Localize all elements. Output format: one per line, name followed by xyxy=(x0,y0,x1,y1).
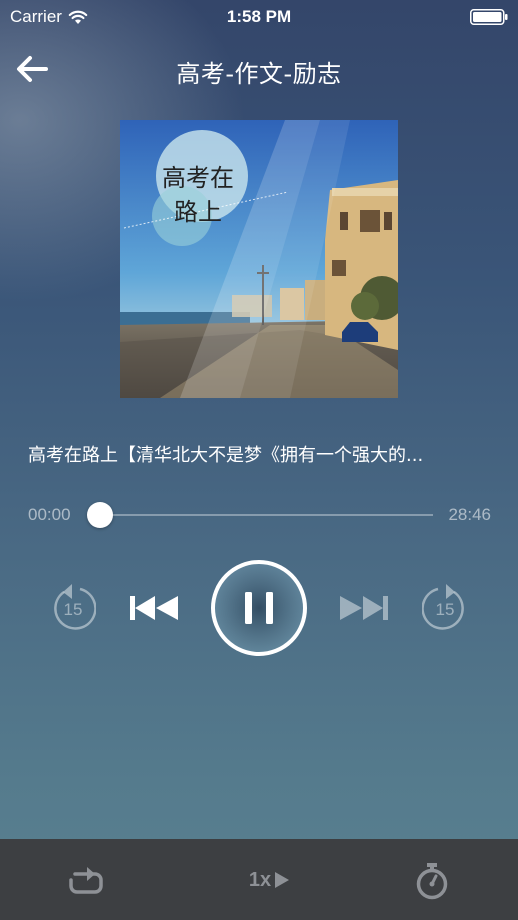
progress-thumb[interactable] xyxy=(87,502,113,528)
sleep-timer-button[interactable] xyxy=(412,861,452,901)
playback-controls: 15 15 xyxy=(0,556,518,660)
album-artwork: 高考在 路上 xyxy=(120,120,398,398)
forward-15-button[interactable]: 15 xyxy=(422,584,468,630)
rewind-15-button[interactable]: 15 xyxy=(50,584,96,630)
speed-button[interactable]: 1x xyxy=(240,861,300,899)
track-title: 高考在路上【清华北大不是梦《拥有一个强大的... xyxy=(28,445,424,466)
skip-next-icon xyxy=(340,596,388,620)
back-arrow-icon xyxy=(17,56,48,82)
progress-track[interactable] xyxy=(100,514,433,516)
total-time: 28:46 xyxy=(448,505,491,524)
pause-button[interactable] xyxy=(210,559,308,657)
status-time: 1:58 PM xyxy=(226,7,292,26)
next-button[interactable] xyxy=(338,590,390,626)
bottom-toolbar: 1x xyxy=(0,839,518,920)
status-bar: Carrier 1:58 PM xyxy=(0,0,518,34)
repeat-icon xyxy=(69,867,103,894)
previous-button[interactable] xyxy=(128,590,180,626)
repeat-button[interactable] xyxy=(66,861,106,899)
rewind-icon: 15 xyxy=(54,584,96,630)
navigation-bar: 高考-作文-励志 xyxy=(0,44,518,94)
speed-label: 1x xyxy=(248,868,272,891)
album-cover: 高考在 路上 xyxy=(120,120,398,398)
skip-previous-icon xyxy=(130,596,178,620)
back-button[interactable] xyxy=(12,52,52,86)
play-speed-icon xyxy=(275,872,290,888)
album-text-line1: 高考在 xyxy=(162,164,234,192)
battery-icon xyxy=(470,9,508,25)
album-text-line2: 路上 xyxy=(174,198,222,226)
forward-seconds: 15 xyxy=(436,600,455,619)
current-time: 00:00 xyxy=(28,505,71,524)
progress-row: 00:00 28:46 xyxy=(0,500,518,530)
page-title: 高考-作文-励志 xyxy=(176,60,342,88)
pause-icon xyxy=(211,560,307,656)
forward-icon: 15 xyxy=(422,584,464,630)
rewind-seconds: 15 xyxy=(64,600,83,619)
timer-icon xyxy=(416,863,448,900)
